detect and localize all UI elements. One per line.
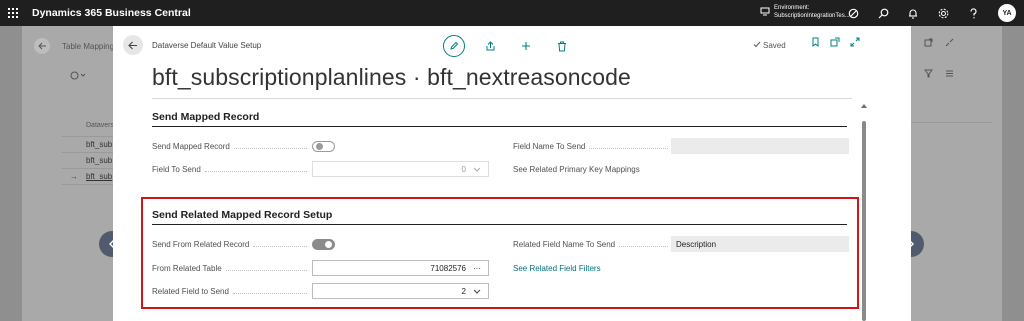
collapse-icon[interactable] <box>945 38 954 49</box>
chevron-down-icon <box>472 165 482 174</box>
share-icon <box>486 40 494 50</box>
edit-button[interactable] <box>443 35 465 57</box>
avatar[interactable]: YA <box>998 4 1016 22</box>
plus-icon <box>522 42 530 50</box>
delete-button[interactable] <box>551 35 573 57</box>
list-icon[interactable] <box>945 69 954 80</box>
section-title-send-mapped[interactable]: Send Mapped Record <box>152 111 259 123</box>
gear-icon[interactable] <box>928 0 958 26</box>
scrollbar[interactable] <box>861 103 867 321</box>
pencil-icon <box>450 41 459 50</box>
bookmark-icon[interactable] <box>811 37 820 49</box>
saved-status: Saved <box>753 41 786 50</box>
app-title[interactable]: Dynamics 365 Business Central <box>32 7 191 19</box>
see-related-primary-key-mappings[interactable]: See Related Primary Key Mappings <box>513 165 640 174</box>
checkmark-icon <box>753 41 761 50</box>
back-button[interactable] <box>123 35 143 55</box>
action-toolbar <box>443 35 573 57</box>
new-button[interactable] <box>515 35 537 57</box>
section-divider <box>152 126 847 127</box>
page-title: bft_subscriptionplanlines · bft_nextreas… <box>152 64 631 90</box>
background-toolbar <box>70 71 86 82</box>
field-to-send-dropdown[interactable]: 0 <box>312 161 489 177</box>
search-icon[interactable] <box>868 0 898 26</box>
filter-icon[interactable] <box>924 69 933 80</box>
filter-pane-icon[interactable] <box>70 71 86 82</box>
field-name-to-send-label: Field Name To Send <box>513 142 668 151</box>
environment-indicator[interactable]: Environment: SubscriptionIntegrationTes.… <box>760 4 850 20</box>
back-icon[interactable] <box>34 38 50 54</box>
top-bar: Dynamics 365 Business Central Environmen… <box>0 0 1024 26</box>
title-divider <box>152 98 852 99</box>
back-arrow-icon <box>128 41 137 49</box>
share-button[interactable] <box>479 35 501 57</box>
waffle-icon[interactable] <box>0 0 26 26</box>
send-mapped-record-label: Send Mapped Record <box>152 142 307 151</box>
background-page-title: Table Mapping <box>62 42 115 51</box>
scroll-up-icon[interactable] <box>861 103 867 111</box>
highlight-box <box>141 197 859 309</box>
field-to-send-label: Field To Send <box>152 165 307 174</box>
trash-icon <box>558 41 566 51</box>
environment-icon <box>760 7 770 18</box>
open-in-new-window-icon[interactable] <box>924 38 933 49</box>
send-mapped-record-toggle[interactable] <box>312 141 335 152</box>
scrollbar-thumb[interactable] <box>862 121 866 321</box>
help-icon[interactable] <box>958 0 988 26</box>
background-table-right <box>902 122 992 188</box>
bell-icon[interactable] <box>898 0 928 26</box>
open-in-new-window-icon[interactable] <box>830 37 840 49</box>
copilot-icon[interactable] <box>838 0 868 26</box>
arrow-right-icon: → <box>70 172 78 181</box>
expand-icon[interactable] <box>850 37 860 49</box>
field-name-to-send-field[interactable] <box>671 138 849 154</box>
page-caption: Dataverse Default Value Setup <box>152 41 262 50</box>
